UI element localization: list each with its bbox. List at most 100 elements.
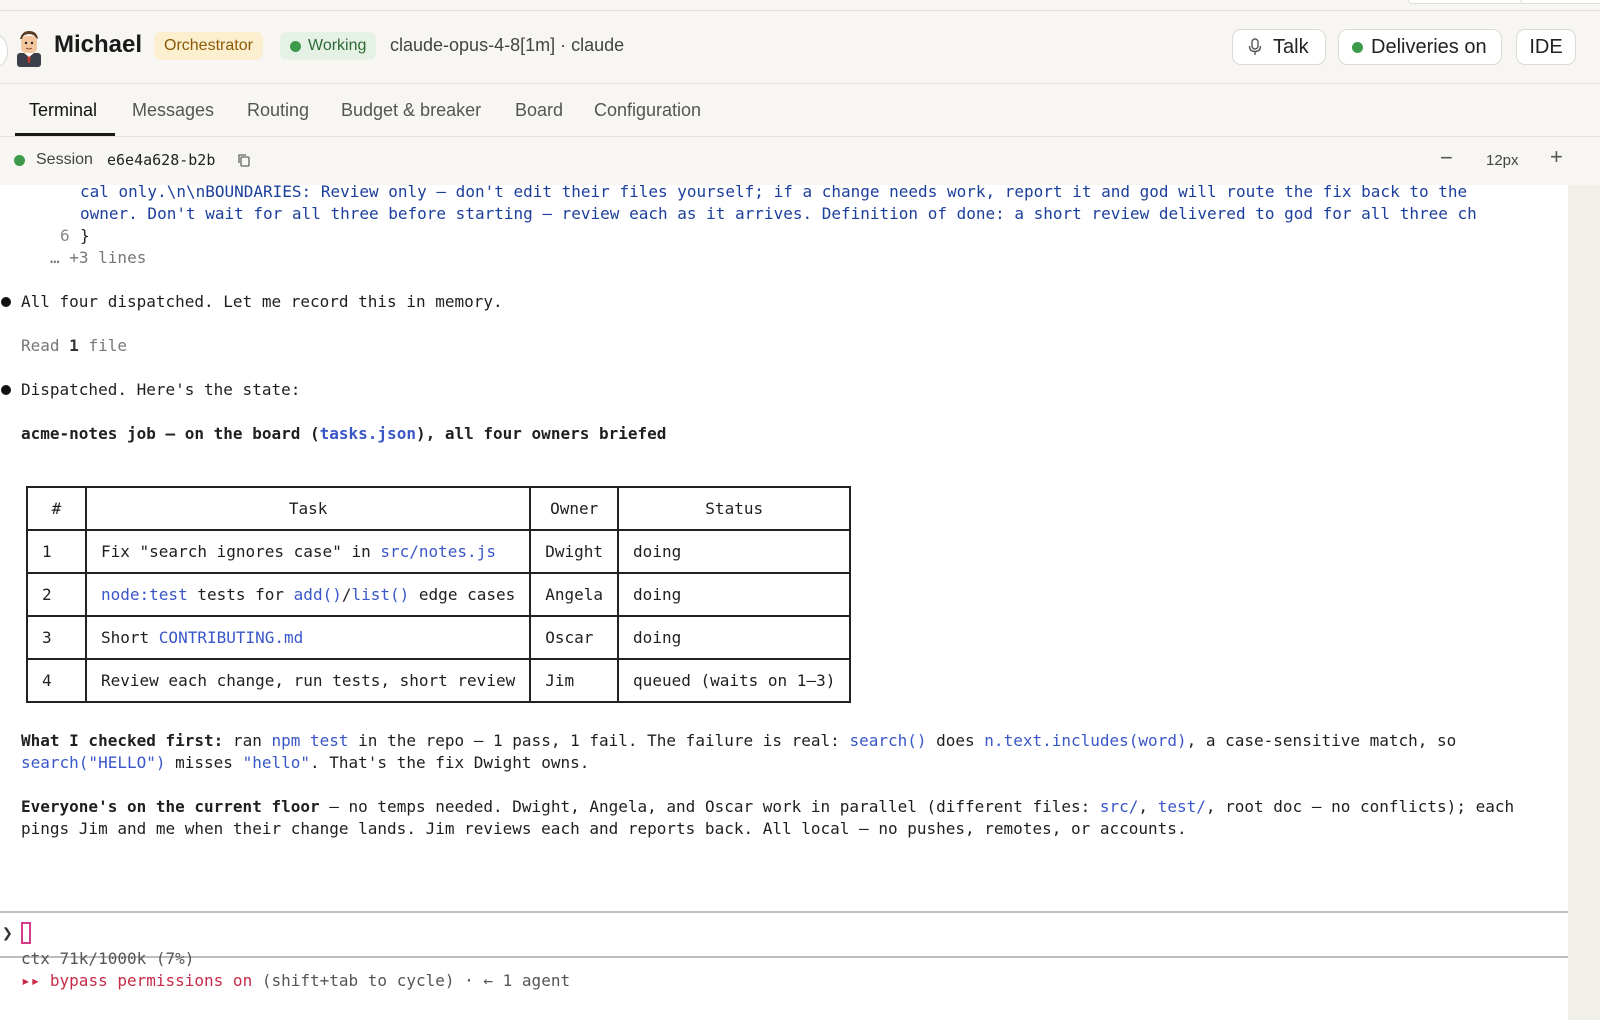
- table-row: 2 node:test tests for add()/list() edge …: [26, 572, 852, 617]
- ide-button[interactable]: IDE: [1516, 29, 1576, 65]
- font-size-increase-button[interactable]: +: [1550, 144, 1563, 170]
- task-owner: Oscar: [529, 615, 620, 660]
- paragraph-text: — no temps needed. Dwight, Angela, and O…: [319, 797, 1100, 816]
- tab-budget-breaker[interactable]: Budget & breaker: [341, 100, 481, 121]
- inline-code: test/: [1157, 797, 1206, 816]
- tab-messages[interactable]: Messages: [132, 100, 214, 121]
- inline-code: add(): [293, 585, 342, 604]
- table-row: 4 Review each change, run tests, short r…: [26, 658, 852, 703]
- job-heading: acme-notes job — on the board (tasks.jso…: [21, 423, 666, 445]
- role-badge: Orchestrator: [154, 32, 263, 60]
- inline-code: src/: [1099, 797, 1139, 816]
- inline-code: search("HELLO"): [21, 753, 166, 772]
- font-size-value: 12px: [1486, 152, 1519, 169]
- message-bullet-icon: [1, 385, 11, 395]
- status-dot-icon: [290, 41, 301, 52]
- column-header: Status: [617, 486, 852, 531]
- model-label: claude-opus-4-8[1m] · claude: [390, 35, 625, 55]
- task-number: 4: [26, 658, 87, 703]
- paragraph-text: in the repo — 1 pass, 1 fail. The failur…: [348, 731, 850, 750]
- tool-summary-text: file: [78, 336, 127, 355]
- job-heading-text: ), all four owners briefed: [415, 424, 667, 443]
- inline-code: tasks.json: [319, 424, 416, 443]
- paragraph-text: ,: [1138, 797, 1158, 816]
- session-status-dot-icon: [14, 155, 25, 166]
- assistant-message: Dispatched. Here's the state:: [21, 380, 301, 399]
- agent-header: Michael Orchestrator Working claude-opus…: [0, 11, 1600, 84]
- input-cursor[interactable]: [21, 922, 31, 944]
- back-button[interactable]: [0, 35, 8, 67]
- status-badge-label: Working: [308, 37, 367, 54]
- table-header-row: # Task Owner Status: [26, 486, 852, 531]
- input-top-divider: [0, 911, 1568, 913]
- task-text: Short: [101, 628, 159, 647]
- task-description: node:test tests for add()/list() edge ca…: [84, 572, 532, 617]
- scrollbar[interactable]: [1568, 185, 1600, 1020]
- tool-output-line: cal only.\n\nBOUNDARIES: Review only — d…: [80, 185, 1468, 201]
- inline-code: node:test: [101, 585, 188, 604]
- tool-summary-text: Read: [21, 336, 70, 355]
- top-control-fragment[interactable]: [1520, 0, 1600, 4]
- tool-output-line: }: [80, 226, 90, 245]
- task-status: doing: [617, 572, 852, 617]
- input-bottom-divider: [0, 956, 1568, 958]
- agent-name: Michael: [54, 31, 143, 58]
- inline-code: npm test: [271, 731, 349, 750]
- terminal-output[interactable]: cal only.\n\nBOUNDARIES: Review only — d…: [0, 185, 1568, 1020]
- tab-board[interactable]: Board: [515, 100, 563, 121]
- paragraph-text: , root doc — no conflicts); each: [1205, 797, 1515, 816]
- task-number: 3: [26, 615, 87, 660]
- avatar: [17, 31, 41, 67]
- session-label: Session: [36, 151, 93, 168]
- tab-bar: Terminal Messages Routing Budget & break…: [0, 84, 1600, 137]
- paragraph-label: What I checked first:: [21, 731, 224, 750]
- copy-icon[interactable]: [237, 153, 251, 167]
- tab-routing[interactable]: Routing: [247, 100, 309, 121]
- table-row: 3 Short CONTRIBUTING.md Oscar doing: [26, 615, 852, 660]
- task-number: 1: [26, 529, 87, 574]
- task-table: # Task Owner Status 1 Fix "search ignore…: [26, 486, 852, 703]
- column-header: Owner: [529, 486, 620, 531]
- checked-paragraph-line: search("HELLO") misses "hello". That's t…: [21, 752, 589, 774]
- deliveries-toggle[interactable]: Deliveries on: [1338, 29, 1502, 65]
- task-description: Review each change, run tests, short rev…: [84, 658, 532, 703]
- inline-code: "hello": [242, 753, 310, 772]
- task-owner: Dwight: [529, 529, 620, 574]
- microphone-icon: [1248, 38, 1262, 55]
- column-header: #: [26, 486, 87, 531]
- tab-configuration[interactable]: Configuration: [594, 100, 701, 121]
- prompt-chevron-icon: ❯: [2, 923, 13, 944]
- font-size-decrease-button[interactable]: −: [1440, 145, 1453, 171]
- ide-button-label: IDE: [1529, 36, 1563, 58]
- inline-code: src/notes.js: [380, 542, 496, 561]
- talk-button[interactable]: Talk: [1232, 29, 1326, 65]
- job-heading-text: acme-notes job — on the board (: [21, 424, 320, 443]
- column-header: Task: [84, 486, 532, 531]
- permission-mode-line[interactable]: ▸▸ bypass permissions on (shift+tab to c…: [21, 970, 570, 992]
- paragraph-label: Everyone's on the current floor: [21, 797, 320, 816]
- context-usage: ctx 71k/1000k (7%): [21, 949, 195, 968]
- permission-mode-hint: (shift+tab to cycle) · ← 1 agent: [252, 971, 571, 990]
- deliveries-toggle-label: Deliveries on: [1371, 36, 1487, 58]
- task-text: Fix "search ignores case" in: [101, 542, 381, 561]
- task-description: Short CONTRIBUTING.md: [84, 615, 532, 660]
- task-status: doing: [617, 615, 852, 660]
- task-owner: Jim: [529, 658, 620, 703]
- paragraph-text: , a case-sensitive match, so: [1186, 731, 1457, 750]
- line-number: 6: [60, 226, 70, 245]
- collapsed-lines-expander[interactable]: … +3 lines: [50, 247, 146, 269]
- permission-arrows-icon: ▸▸: [21, 971, 41, 990]
- top-control-fragment[interactable]: [1408, 0, 1530, 4]
- paragraph-text: does: [926, 731, 985, 750]
- tab-terminal[interactable]: Terminal: [29, 100, 97, 121]
- task-description: Fix "search ignores case" in src/notes.j…: [84, 529, 532, 574]
- inline-code: CONTRIBUTING.md: [158, 628, 304, 647]
- assistant-message: All four dispatched. Let me record this …: [21, 292, 503, 311]
- tool-summary: Read 1 file: [21, 335, 127, 357]
- checked-paragraph-line: What I checked first: ran npm test in th…: [21, 730, 1456, 752]
- task-number: 2: [26, 572, 87, 617]
- floor-paragraph-line: Everyone's on the current floor — no tem…: [21, 796, 1514, 818]
- session-bar: Session e6e4a628-b2b − 12px +: [0, 137, 1568, 185]
- tool-summary-count: 1: [69, 336, 79, 355]
- message-bullet-icon: [1, 297, 11, 307]
